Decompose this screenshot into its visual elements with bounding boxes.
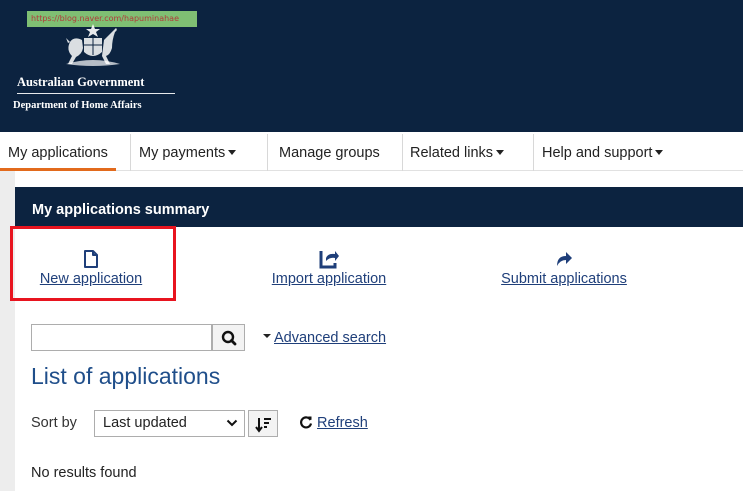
import-application-link[interactable]: Import application xyxy=(261,271,397,287)
main-nav: My applications My payments Manage group… xyxy=(0,134,743,171)
submit-applications-action[interactable]: Submit applications xyxy=(492,248,636,287)
nav-label: Related links xyxy=(410,145,494,161)
import-icon xyxy=(319,251,339,269)
site-header: https://blog.naver.com/hapuminahae Austr… xyxy=(0,0,743,132)
nav-my-applications[interactable]: My applications xyxy=(0,134,116,171)
refresh-icon xyxy=(300,416,313,429)
sort-selected-value: Last updated xyxy=(103,415,187,431)
submit-applications-link[interactable]: Submit applications xyxy=(492,271,636,287)
nav-my-payments[interactable]: My payments xyxy=(131,134,244,171)
advanced-search-label: Advanced search xyxy=(274,330,387,346)
sort-label: Sort by xyxy=(31,415,77,431)
chevron-down-icon xyxy=(263,334,271,339)
nav-manage-groups[interactable]: Manage groups xyxy=(271,134,388,171)
government-name: Australian Government xyxy=(17,75,145,89)
sort-select[interactable]: Last updated xyxy=(94,410,245,437)
summary-header: My applications summary xyxy=(15,187,743,227)
share-arrow-icon xyxy=(557,252,572,266)
chevron-down-icon xyxy=(496,149,505,155)
empty-state-message: No results found xyxy=(31,465,137,481)
nav-label: My applications xyxy=(8,145,108,161)
chevron-down-icon xyxy=(228,149,237,155)
coat-of-arms-icon xyxy=(66,24,120,66)
refresh-label: Refresh xyxy=(317,415,368,431)
search-icon xyxy=(221,330,237,346)
search-button[interactable] xyxy=(212,324,245,351)
search-input[interactable] xyxy=(31,324,212,351)
highlight-annotation xyxy=(10,226,176,301)
nav-related-links[interactable]: Related links xyxy=(402,134,512,171)
nav-label: My payments xyxy=(139,145,226,161)
import-application-action[interactable]: Import application xyxy=(261,248,397,287)
refresh-link[interactable]: Refresh xyxy=(299,415,368,431)
nav-label: Help and support xyxy=(542,145,653,161)
nav-label: Manage groups xyxy=(279,145,380,161)
nav-divider xyxy=(267,134,268,171)
header-divider xyxy=(17,93,175,94)
sort-order-button[interactable] xyxy=(248,410,278,437)
advanced-search-link[interactable]: Advanced search xyxy=(263,330,386,346)
chevron-down-icon xyxy=(226,419,238,427)
list-title: List of applications xyxy=(31,363,221,389)
department-name: Department of Home Affairs xyxy=(13,100,142,111)
nav-help-and-support[interactable]: Help and support xyxy=(534,134,671,171)
page-gutter xyxy=(0,171,15,491)
chevron-down-icon xyxy=(655,149,664,155)
sort-descending-icon xyxy=(255,418,271,433)
